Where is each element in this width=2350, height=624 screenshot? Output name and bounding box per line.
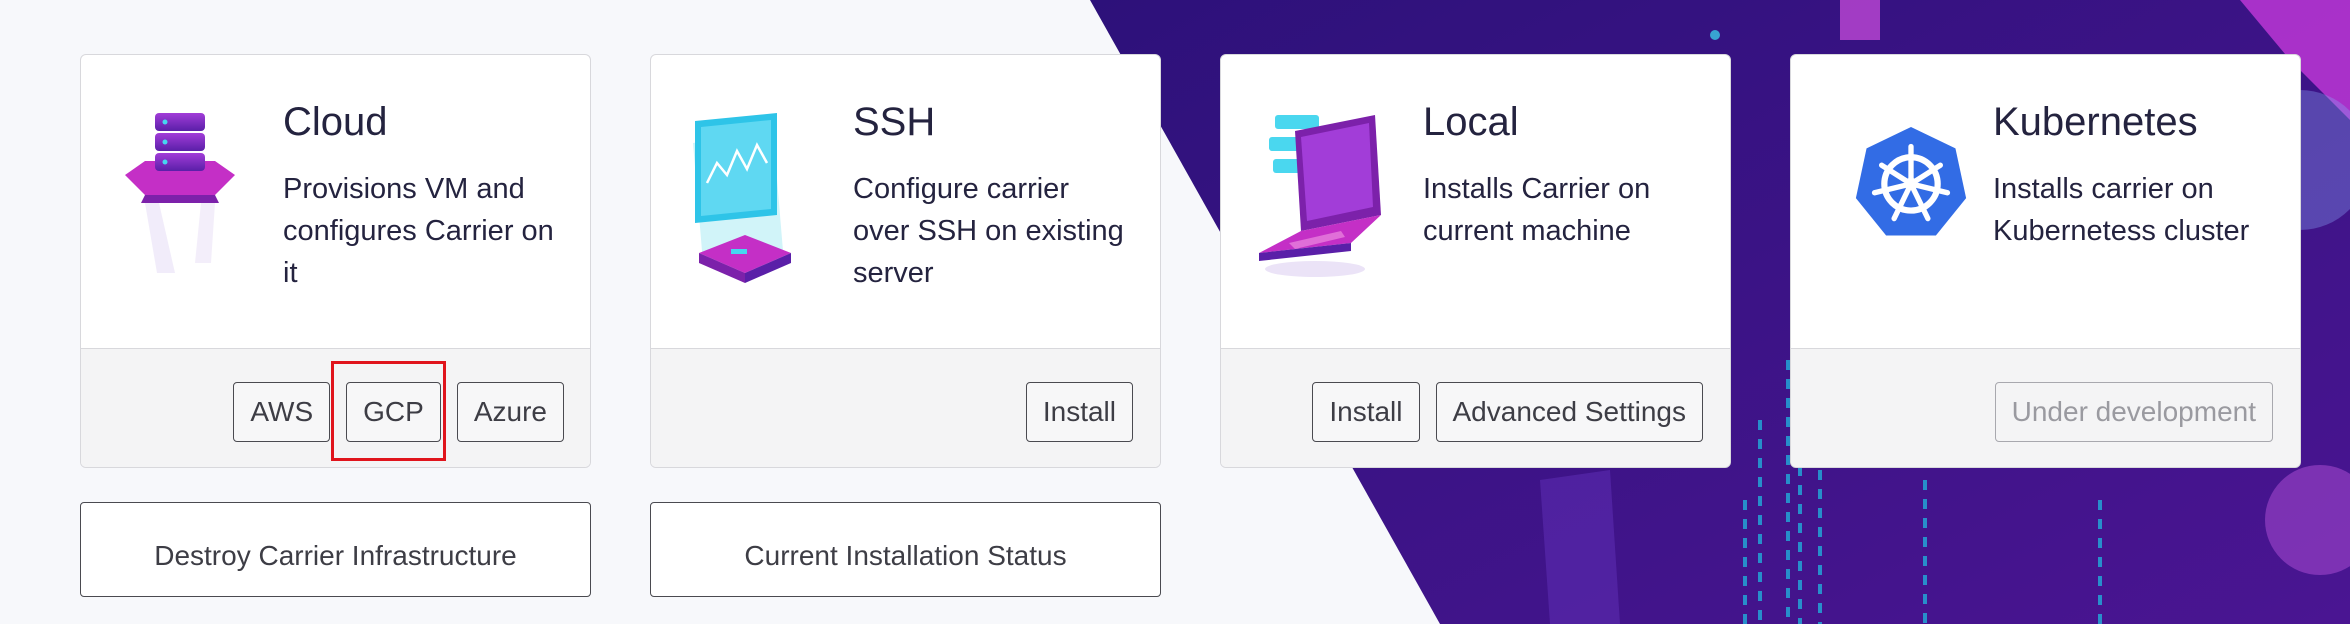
- cloud-card: Cloud Provisions VM and configures Carri…: [80, 54, 591, 468]
- card-title: Kubernetes: [1993, 100, 2198, 144]
- under-development-button: Under development: [1994, 382, 2273, 442]
- installation-status-button[interactable]: Current Installation Status: [650, 502, 1161, 597]
- card-footer: Install Advanced Settings: [1221, 348, 1730, 467]
- cloud-server-icon: [125, 113, 235, 273]
- card-description: Installs carrier on Kubernetess cluster: [1993, 173, 2250, 247]
- aws-button[interactable]: AWS: [233, 382, 331, 442]
- kubernetes-card: Kubernetes Installs carrier on Kubernete…: [1790, 54, 2301, 468]
- card-title: Local: [1423, 100, 1519, 144]
- card-title: Cloud: [283, 100, 388, 144]
- azure-button[interactable]: Azure: [456, 382, 564, 442]
- gcp-button[interactable]: GCP: [346, 382, 441, 442]
- destroy-infrastructure-button[interactable]: Destroy Carrier Infrastructure: [80, 502, 591, 597]
- card-description: Provisions VM and configures Carrier on …: [283, 173, 554, 289]
- ssh-card: SSH Configure carrier over SSH on existi…: [650, 54, 1161, 468]
- advanced-settings-button[interactable]: Advanced Settings: [1435, 382, 1703, 442]
- card-footer: Install: [651, 348, 1160, 467]
- local-install-button[interactable]: Install: [1312, 382, 1420, 442]
- ssh-terminal-icon: [693, 113, 791, 283]
- ssh-install-button[interactable]: Install: [1025, 382, 1133, 442]
- kubernetes-icon: [1855, 127, 1967, 236]
- local-card: Local Installs Carrier on current machin…: [1220, 54, 1731, 468]
- laptop-icon: [1259, 115, 1381, 277]
- card-description: Installs Carrier on current machine: [1423, 173, 1651, 247]
- card-title: SSH: [853, 100, 936, 144]
- card-footer: Under development: [1791, 348, 2300, 467]
- card-footer: AWS GCP Azure: [81, 348, 590, 467]
- card-description: Configure carrier over SSH on existing s…: [853, 173, 1124, 289]
